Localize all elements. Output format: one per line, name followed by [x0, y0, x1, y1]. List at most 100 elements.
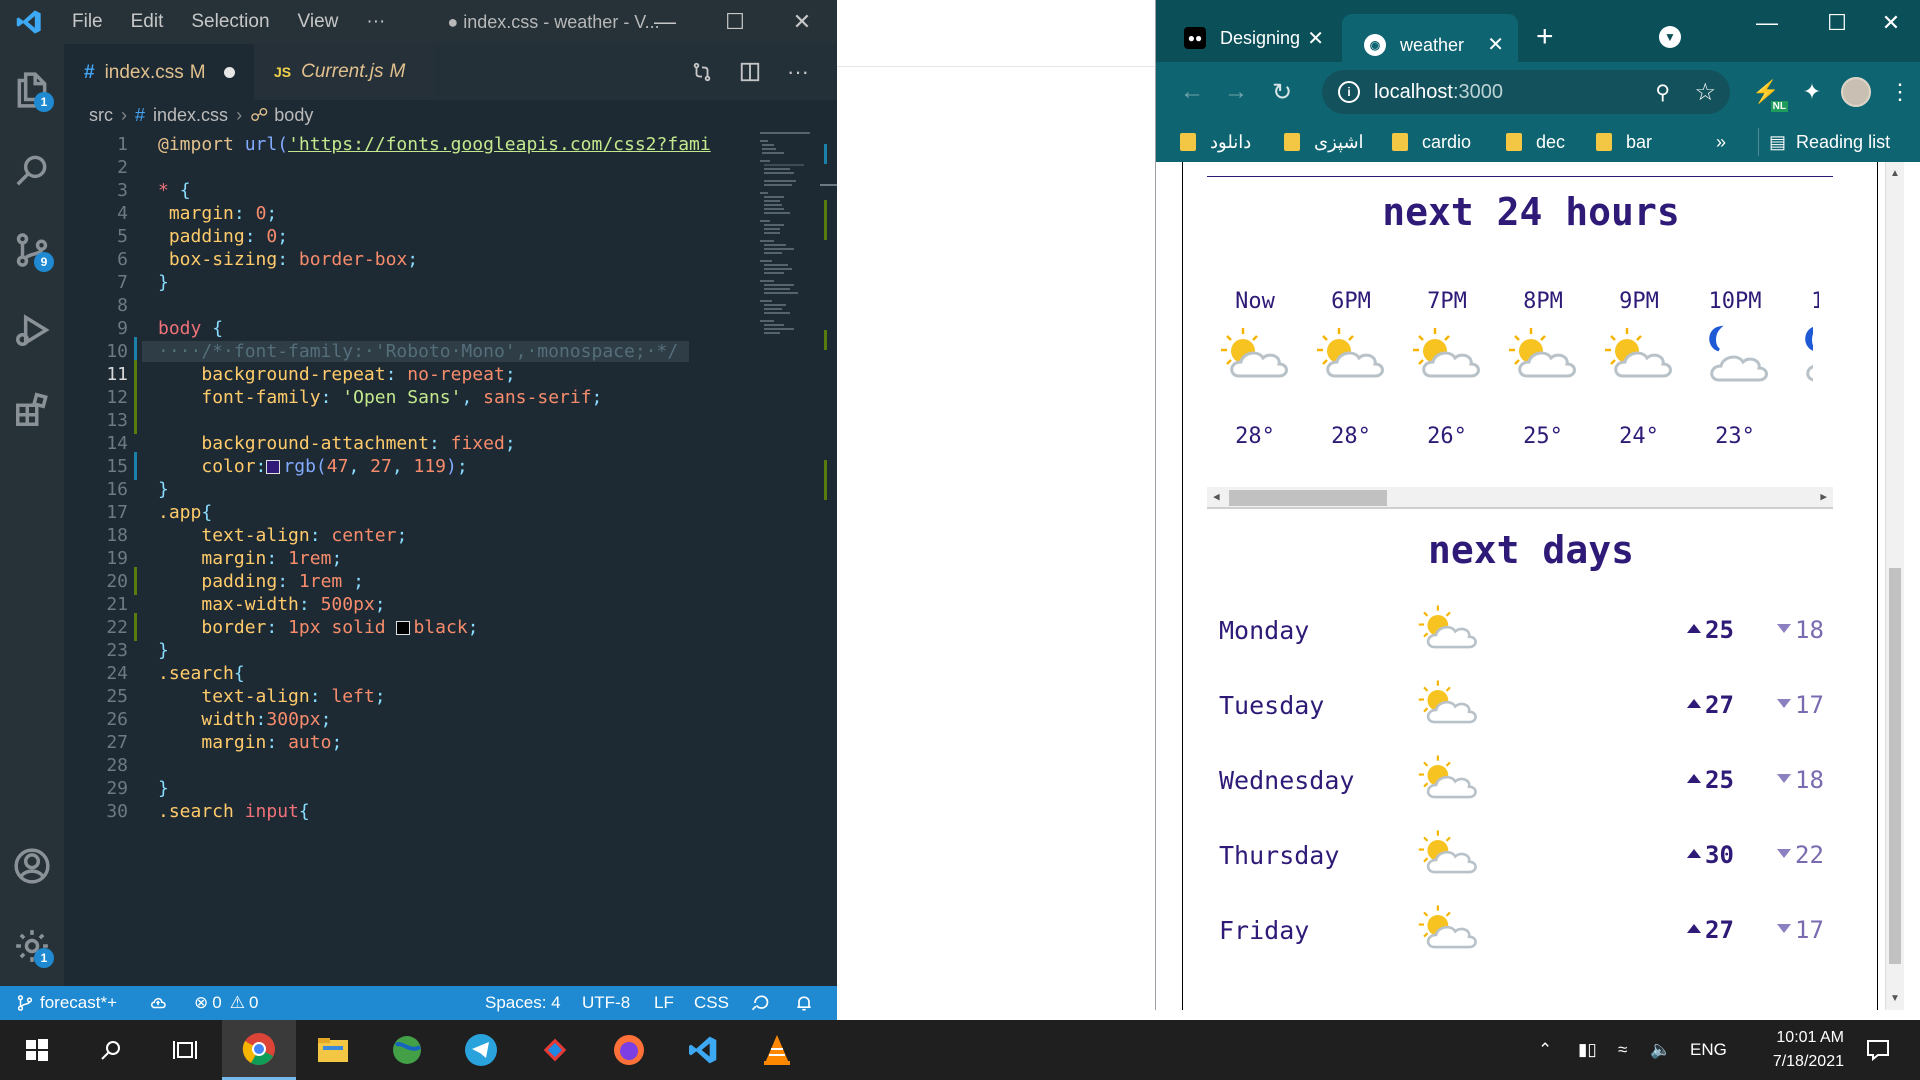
chrome-menu-icon[interactable]: ⋮ — [1884, 76, 1916, 108]
hour-time: 11P — [1811, 289, 1851, 314]
scroll-up-arrow-icon[interactable]: ▲ — [1890, 168, 1900, 179]
branch-status[interactable]: forecast*+ — [16, 986, 117, 1020]
location-pin-icon[interactable]: ⚲ — [1655, 80, 1670, 105]
bookmark-folder[interactable]: دانلود — [1180, 128, 1251, 156]
tab-current-js[interactable]: JS Current.js M — [254, 44, 434, 100]
color-swatch[interactable] — [266, 459, 281, 474]
language-status[interactable]: CSS — [694, 986, 729, 1020]
file-explorer-icon[interactable] — [296, 1020, 370, 1080]
desktop-background-line — [837, 66, 1155, 67]
breadcrumb-file[interactable]: index.css — [153, 105, 228, 126]
firefox-icon[interactable] — [592, 1020, 666, 1080]
menu-more[interactable]: ··· — [352, 11, 399, 33]
extensions-puzzle-icon[interactable]: ✦ — [1796, 76, 1828, 108]
tools-app-icon[interactable] — [518, 1020, 592, 1080]
encoding-status[interactable]: UTF-8 — [582, 986, 630, 1020]
close-icon[interactable]: ✕ — [1856, 6, 1920, 40]
hourly-scrollbar[interactable]: ◀ ▶ — [1207, 487, 1833, 509]
volume-icon[interactable]: 🔈 — [1650, 1020, 1671, 1080]
reading-list[interactable]: ▤ Reading list — [1758, 128, 1890, 156]
reload-icon[interactable]: ↻ — [1266, 76, 1298, 108]
wifi-icon[interactable]: ≈ — [1618, 1020, 1627, 1080]
new-tab-plus-icon[interactable]: + — [1536, 20, 1554, 54]
scroll-down-arrow-icon[interactable]: ▼ — [1890, 993, 1900, 1004]
globe-app-icon[interactable] — [370, 1020, 444, 1080]
extensions-icon[interactable] — [0, 378, 64, 442]
scrollbar-thumb[interactable] — [1889, 568, 1901, 964]
bookmark-star-icon[interactable]: ☆ — [1694, 78, 1716, 107]
bookmarks-overflow[interactable]: » — [1716, 128, 1726, 156]
high-temp: 25 — [1687, 766, 1734, 794]
battery-icon[interactable]: ▮▯ — [1578, 1020, 1597, 1080]
menu-selection[interactable]: Selection — [177, 11, 283, 33]
notifications-bell-icon[interactable] — [794, 986, 814, 1020]
forward-arrow-icon[interactable]: → — [1220, 76, 1252, 108]
language-indicator[interactable]: ENG — [1690, 1020, 1727, 1080]
arrow-down-icon — [1777, 699, 1791, 708]
more-actions-icon[interactable]: ··· — [774, 44, 822, 100]
arrow-down-icon — [1777, 624, 1791, 633]
back-arrow-icon[interactable]: ← — [1176, 76, 1208, 108]
sync-icon[interactable] — [148, 986, 168, 1020]
menu-edit[interactable]: Edit — [117, 11, 178, 33]
close-icon[interactable]: ✕ — [767, 0, 837, 44]
minimize-icon[interactable]: — — [1732, 6, 1802, 40]
minimize-icon[interactable]: — — [630, 0, 700, 44]
eol-status[interactable]: LF — [654, 986, 674, 1020]
accounts-icon[interactable] — [0, 834, 64, 898]
breadcrumb-folder[interactable]: src — [89, 105, 113, 126]
folder-icon — [1596, 133, 1612, 151]
feedback-icon[interactable] — [750, 986, 770, 1020]
scroll-right-arrow-icon[interactable]: ▶ — [1820, 490, 1827, 503]
color-swatch[interactable] — [396, 620, 411, 635]
run-debug-icon[interactable] — [0, 298, 64, 362]
tab-search-chevron-icon[interactable]: ▼ — [1659, 26, 1681, 48]
show-hidden-icons-chevron-icon[interactable]: ⌃ — [1538, 1020, 1552, 1080]
vscode-taskbar-icon[interactable] — [666, 1020, 740, 1080]
split-editor-icon[interactable] — [726, 44, 774, 100]
day-row: Monday 25 18 — [1219, 602, 1839, 662]
menu-file[interactable]: File — [58, 11, 117, 33]
settings-gear-icon[interactable]: 1 — [0, 914, 64, 978]
site-info-icon[interactable]: i — [1338, 81, 1360, 103]
hour-temp: 22 — [1817, 424, 1845, 449]
breadcrumb-symbol[interactable]: body — [274, 105, 313, 126]
menu-view[interactable]: View — [284, 11, 353, 33]
indentation-status[interactable]: Spaces: 4 — [485, 986, 561, 1020]
code-editor[interactable]: 1 @import url('https://fonts.googleapis.c… — [64, 130, 754, 986]
problems-status[interactable]: ⊗ 0 ⚠ 0 — [194, 986, 258, 1020]
chrome-taskbar-icon[interactable] — [222, 1020, 296, 1080]
tab-designing[interactable]: ●● Designing ✕ — [1162, 14, 1338, 62]
sun-cloud-icon — [1415, 602, 1485, 658]
bookmark-folder[interactable]: اشپزی — [1284, 128, 1364, 156]
bookmark-folder[interactable]: cardio — [1392, 128, 1471, 156]
scroll-left-arrow-icon[interactable]: ◀ — [1213, 490, 1220, 503]
search-icon[interactable] — [74, 1020, 148, 1080]
bookmark-folder[interactable]: dec — [1506, 128, 1565, 156]
vlc-icon[interactable] — [740, 1020, 814, 1080]
search-icon[interactable] — [0, 138, 64, 202]
task-view-icon[interactable] — [148, 1020, 222, 1080]
clock[interactable]: 10:01 AM 7/18/2021 — [1744, 1020, 1844, 1080]
editor-scrollbar[interactable] — [820, 130, 837, 986]
tab-index-css[interactable]: # index.css M — [64, 44, 254, 100]
low-temp: 18 — [1777, 616, 1824, 644]
start-windows-icon[interactable] — [0, 1020, 74, 1080]
scrollbar-thumb[interactable] — [1229, 490, 1387, 506]
profile-avatar[interactable] — [1840, 76, 1872, 108]
low-temp: 17 — [1777, 916, 1824, 944]
explorer-icon[interactable]: 1 — [0, 58, 64, 122]
unsaved-dot-icon[interactable] — [223, 67, 235, 78]
compare-changes-icon[interactable] — [678, 44, 726, 100]
page-scrollbar[interactable]: ▲ ▼ — [1885, 162, 1904, 1010]
maximize-icon[interactable]: ☐ — [700, 0, 770, 44]
address-bar[interactable]: i localhost:3000 ⚲ ☆ — [1322, 70, 1730, 114]
source-control-icon[interactable]: 9 — [0, 218, 64, 282]
close-tab-icon[interactable]: ✕ — [1307, 26, 1324, 51]
bookmark-folder[interactable]: bar — [1596, 128, 1652, 156]
telegram-icon[interactable] — [444, 1020, 518, 1080]
minimap[interactable] — [754, 130, 826, 986]
close-tab-icon[interactable]: ✕ — [1487, 32, 1504, 57]
extension-lightning-icon[interactable]: ⚡ NL — [1750, 76, 1788, 112]
action-center-icon[interactable] — [1866, 1020, 1890, 1080]
